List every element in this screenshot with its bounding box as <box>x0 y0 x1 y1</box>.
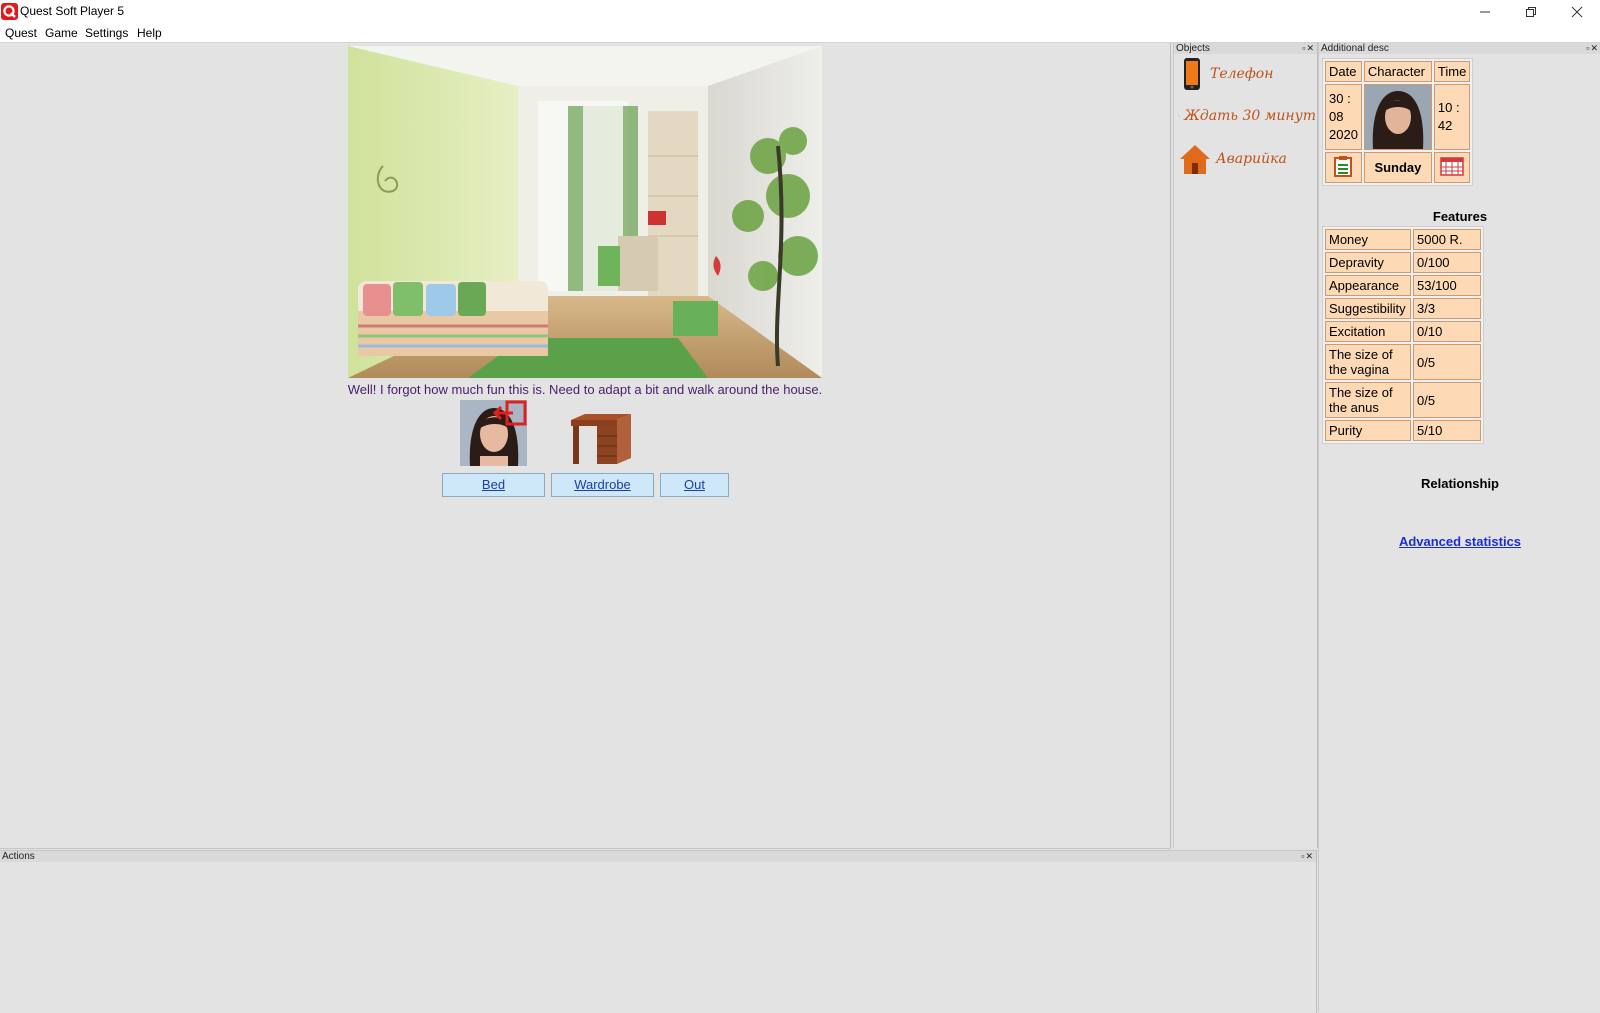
feature-label: Depravity <box>1325 252 1411 273</box>
date-header: Date <box>1325 61 1362 82</box>
object-wait[interactable]: Ждать 30 минут <box>1178 99 1316 133</box>
actions-panel-title: Actions <box>2 851 35 862</box>
feature-value: 53/100 <box>1413 275 1481 296</box>
app-logo-icon <box>1 3 18 20</box>
time-header: Time <box>1434 61 1470 82</box>
feature-value: 5/10 <box>1413 420 1481 441</box>
window-title: Quest Soft Player 5 <box>20 4 124 18</box>
additional-panel-title: Additional desc <box>1321 43 1389 54</box>
feature-label: Purity <box>1325 420 1411 441</box>
feature-row: The size of the vagina0/5 <box>1325 344 1481 380</box>
time-value: 10 : 42 <box>1434 84 1470 150</box>
feature-label: The size of the anus <box>1325 382 1411 418</box>
objects-panel-header: Objects ▫✕ <box>1174 43 1317 54</box>
object-label: Аварийка <box>1216 151 1287 167</box>
advanced-statistics-link[interactable]: Advanced statistics <box>1380 534 1540 549</box>
date-value: 30 : 08 2020 <box>1325 84 1362 150</box>
feature-row: Money5000 R. <box>1325 229 1481 250</box>
panel-controls-icon[interactable]: ▫✕ <box>1301 851 1314 862</box>
object-label: Ждать 30 минут <box>1184 108 1316 124</box>
phone-icon <box>1178 57 1206 91</box>
feature-row: Depravity0/100 <box>1325 252 1481 273</box>
additional-panel-header: Additional desc ▫✕ <box>1319 43 1600 54</box>
panel-controls-icon[interactable]: ▫✕ <box>1302 43 1315 54</box>
minimize-button[interactable] <box>1462 0 1508 24</box>
feature-label: Suggestibility <box>1325 298 1411 319</box>
object-phone[interactable]: Телефон <box>1178 57 1316 91</box>
task-list-button[interactable] <box>1325 152 1362 183</box>
feature-label: Excitation <box>1325 321 1411 342</box>
actions-panel: Actions ▫✕ <box>0 850 1317 1013</box>
features-title: Features <box>1420 209 1500 224</box>
additional-desc-panel: Additional desc ▫✕ <box>1318 43 1600 1012</box>
minimize-icon <box>1479 6 1491 18</box>
character-thumbnail[interactable] <box>460 400 527 466</box>
close-icon <box>1571 6 1583 18</box>
panel-controls-icon[interactable]: ▫✕ <box>1586 43 1599 54</box>
restore-icon <box>1525 6 1537 18</box>
object-emergency[interactable]: Аварийка <box>1178 142 1316 176</box>
house-icon <box>1178 142 1212 176</box>
menu-help[interactable]: Help <box>137 26 162 40</box>
exit-arrow-icon <box>493 400 527 426</box>
feature-value: 3/3 <box>1413 298 1481 319</box>
feature-row: The size of the anus0/5 <box>1325 382 1481 418</box>
feature-row: Suggestibility3/3 <box>1325 298 1481 319</box>
out-button[interactable]: Out <box>660 473 729 497</box>
feature-value: 5000 R. <box>1413 229 1481 250</box>
menu-settings[interactable]: Settings <box>85 26 128 40</box>
feature-label: Money <box>1325 229 1411 250</box>
calendar-button[interactable] <box>1434 152 1470 183</box>
feature-label: Appearance <box>1325 275 1411 296</box>
character-portrait[interactable] <box>1364 84 1432 150</box>
relationship-title: Relationship <box>1400 476 1520 491</box>
scene-description-text: Well! I forgot how much fun this is. Nee… <box>300 382 870 397</box>
feature-value: 0/5 <box>1413 344 1481 380</box>
bed-button[interactable]: Bed <box>442 473 545 497</box>
date-character-time-table: Date Character Time 30 : 08 2020 10 : 42 <box>1322 58 1473 186</box>
day-of-week: Sunday <box>1364 152 1432 183</box>
wardrobe-button[interactable]: Wardrobe <box>551 473 654 497</box>
feature-value: 0/5 <box>1413 382 1481 418</box>
feature-row: Appearance53/100 <box>1325 275 1481 296</box>
clock-icon <box>1178 99 1180 133</box>
menu-game[interactable]: Game <box>45 26 78 40</box>
character-header: Character <box>1364 61 1432 82</box>
title-bar: Quest Soft Player 5 <box>0 0 1600 24</box>
feature-value: 0/10 <box>1413 321 1481 342</box>
room-scene-image <box>348 46 822 378</box>
feature-value: 0/100 <box>1413 252 1481 273</box>
object-label: Телефон <box>1210 66 1273 82</box>
objects-panel-title: Objects <box>1176 43 1210 54</box>
desk-thumbnail[interactable] <box>567 406 635 466</box>
feature-row: Purity5/10 <box>1325 420 1481 441</box>
clipboard-icon <box>1333 155 1353 177</box>
features-table: Money5000 R. Depravity0/100 Appearance53… <box>1322 226 1484 444</box>
feature-row: Excitation0/10 <box>1325 321 1481 342</box>
menu-quest[interactable]: Quest <box>5 26 37 40</box>
menu-bar: Quest Game Settings Help <box>0 24 1600 43</box>
actions-panel-header: Actions ▫✕ <box>0 851 1316 862</box>
feature-label: The size of the vagina <box>1325 344 1411 380</box>
close-button[interactable] <box>1554 0 1600 24</box>
calendar-icon <box>1440 156 1464 176</box>
restore-button[interactable] <box>1508 0 1554 24</box>
